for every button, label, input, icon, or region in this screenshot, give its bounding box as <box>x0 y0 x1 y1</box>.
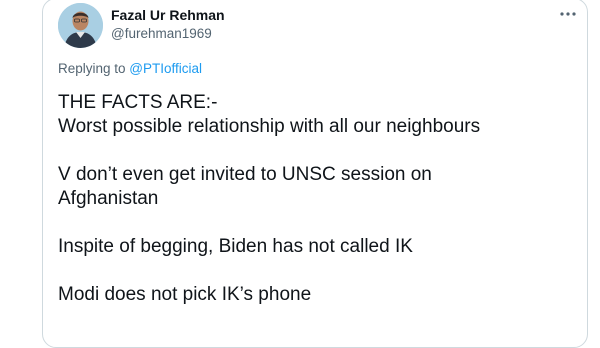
user-handle[interactable]: @furehman1969 <box>111 26 212 41</box>
replying-to-label: Replying to <box>58 61 130 76</box>
more-button[interactable] <box>557 4 579 24</box>
avatar[interactable] <box>58 3 103 48</box>
tweet-text: THE FACTS ARE:- Worst possible relations… <box>58 91 578 307</box>
tweet-paragraph: Inspite of begging, Biden has not called… <box>58 235 578 259</box>
tweet-line: Modi does not pick IK’s phone <box>58 284 312 305</box>
tweet-line: Inspite of begging, Biden has not called… <box>58 236 413 257</box>
tweet-line: Worst possible relationship with all our… <box>58 116 481 137</box>
tweet-line: Afghanistan <box>58 188 159 209</box>
tweet-paragraph: V don’t even get invited to UNSC session… <box>58 163 578 211</box>
avatar-image <box>58 3 103 48</box>
display-name[interactable]: Fazal Ur Rehman <box>111 7 225 23</box>
tweet-line: THE FACTS ARE:- <box>58 92 218 113</box>
more-horizontal-icon <box>560 12 576 16</box>
tweet-header: Fazal Ur Rehman @furehman1969 <box>58 0 583 52</box>
tweet-paragraph: THE FACTS ARE:- Worst possible relations… <box>58 91 578 139</box>
replying-to: Replying to @PTIofficial <box>58 61 202 76</box>
tweet-line: V don’t even get invited to UNSC session… <box>58 164 432 185</box>
mention-link[interactable]: @PTIofficial <box>129 61 202 76</box>
tweet-paragraph: Modi does not pick IK’s phone <box>58 283 578 307</box>
